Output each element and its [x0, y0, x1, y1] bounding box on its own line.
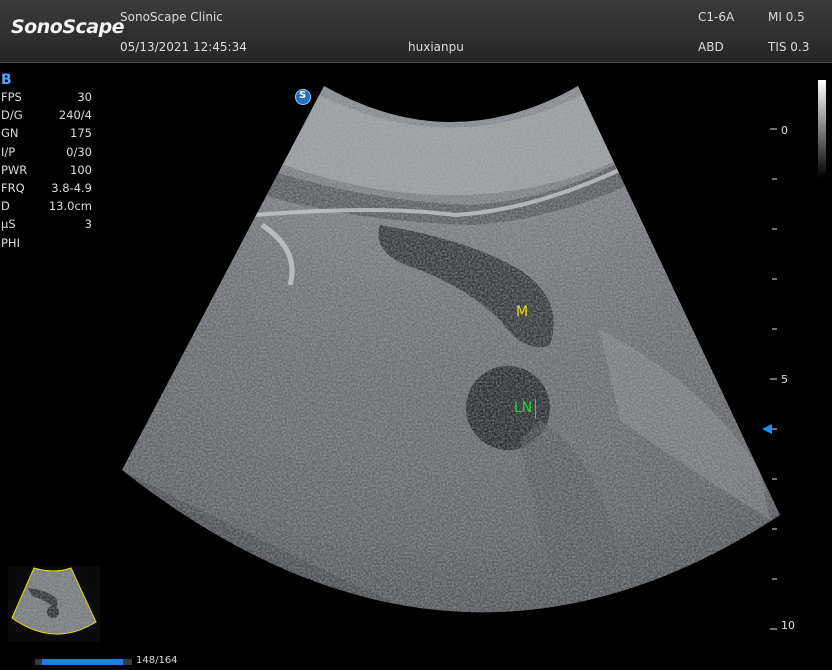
ultrasound-image[interactable] [0, 0, 832, 670]
depth-scale [770, 128, 777, 630]
cine-progress-fill [42, 659, 123, 665]
depth-label-10: 10 [781, 619, 795, 632]
depth-label-5: 5 [781, 373, 788, 386]
depth-label-0: 0 [781, 124, 788, 137]
thumbnail-image[interactable] [8, 566, 100, 642]
sector-fan [122, 86, 780, 613]
orientation-marker-letter: S [299, 90, 307, 101]
annotation-m[interactable]: M [516, 304, 528, 320]
ultrasound-screen: SonoScape SonoScape Clinic 05/13/2021 12… [0, 0, 832, 670]
grayscale-bar [818, 80, 826, 178]
cine-frame-counter: 148/164 [136, 655, 178, 666]
focus-marker-icon[interactable] [762, 424, 772, 434]
annotation-ln[interactable]: LN [514, 400, 532, 416]
text-cursor [535, 399, 536, 419]
